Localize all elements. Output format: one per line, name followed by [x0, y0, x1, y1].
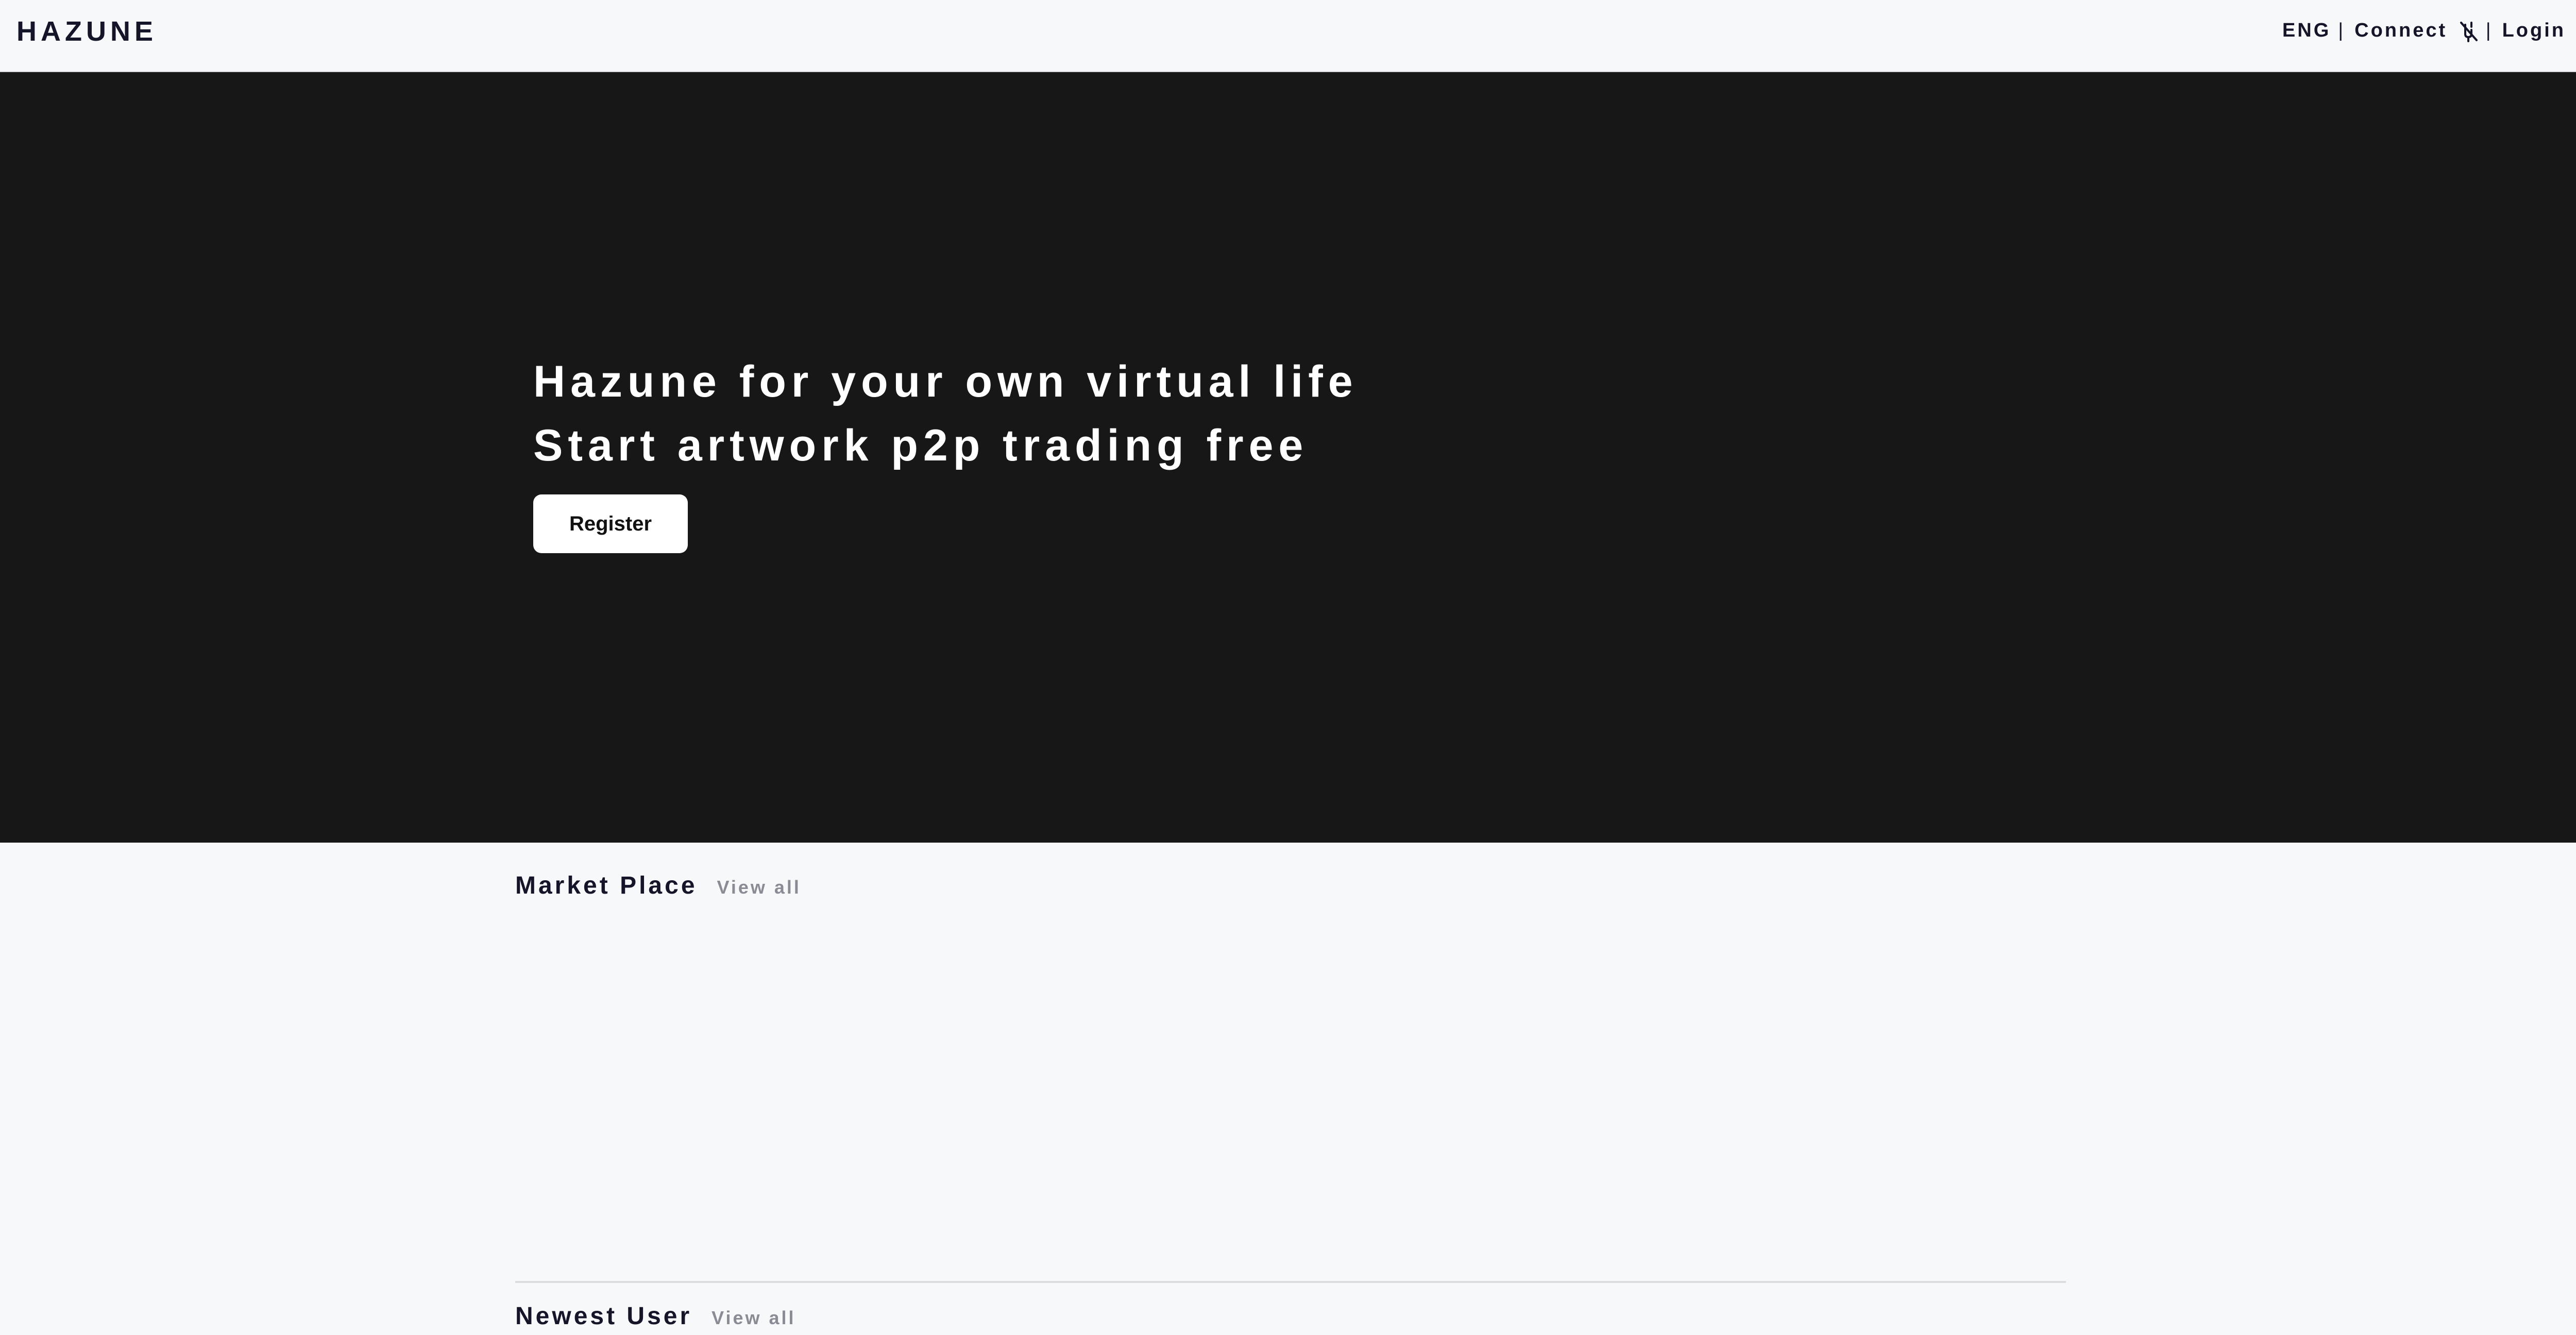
- register-button[interactable]: Register: [533, 494, 688, 553]
- language-selector[interactable]: ENG: [2282, 20, 2331, 42]
- newest-user-view-all-link[interactable]: View all: [711, 1307, 795, 1329]
- newest-user-title: Newest User: [515, 1303, 692, 1330]
- connect-label: Connect: [2354, 20, 2448, 41]
- hero-headline: Hazune for your own virtual life: [533, 357, 1358, 406]
- top-navigation: HAZUNE ENG | Connect | Login: [0, 0, 2576, 72]
- newest-user-header: Newest User View all: [515, 1302, 796, 1330]
- login-link[interactable]: Login: [2502, 20, 2566, 42]
- section-divider: [515, 1281, 2066, 1283]
- nav-separator: |: [2485, 20, 2493, 42]
- hero-banner: Hazune for your own virtual life Start a…: [0, 72, 2576, 843]
- header-actions: ENG | Connect | Login: [2282, 20, 2566, 42]
- connect-wallet-button[interactable]: Connect: [2354, 20, 2479, 42]
- market-place-list: [515, 912, 2066, 1272]
- market-place-title: Market Place: [515, 872, 698, 899]
- market-place-header: Market Place View all: [515, 871, 801, 900]
- nav-separator: |: [2338, 20, 2346, 42]
- hero-subheadline: Start artwork p2p trading free: [533, 421, 1309, 470]
- market-place-view-all-link[interactable]: View all: [717, 877, 801, 898]
- wallet-off-icon: [2458, 21, 2479, 42]
- brand-logo[interactable]: HAZUNE: [16, 15, 157, 47]
